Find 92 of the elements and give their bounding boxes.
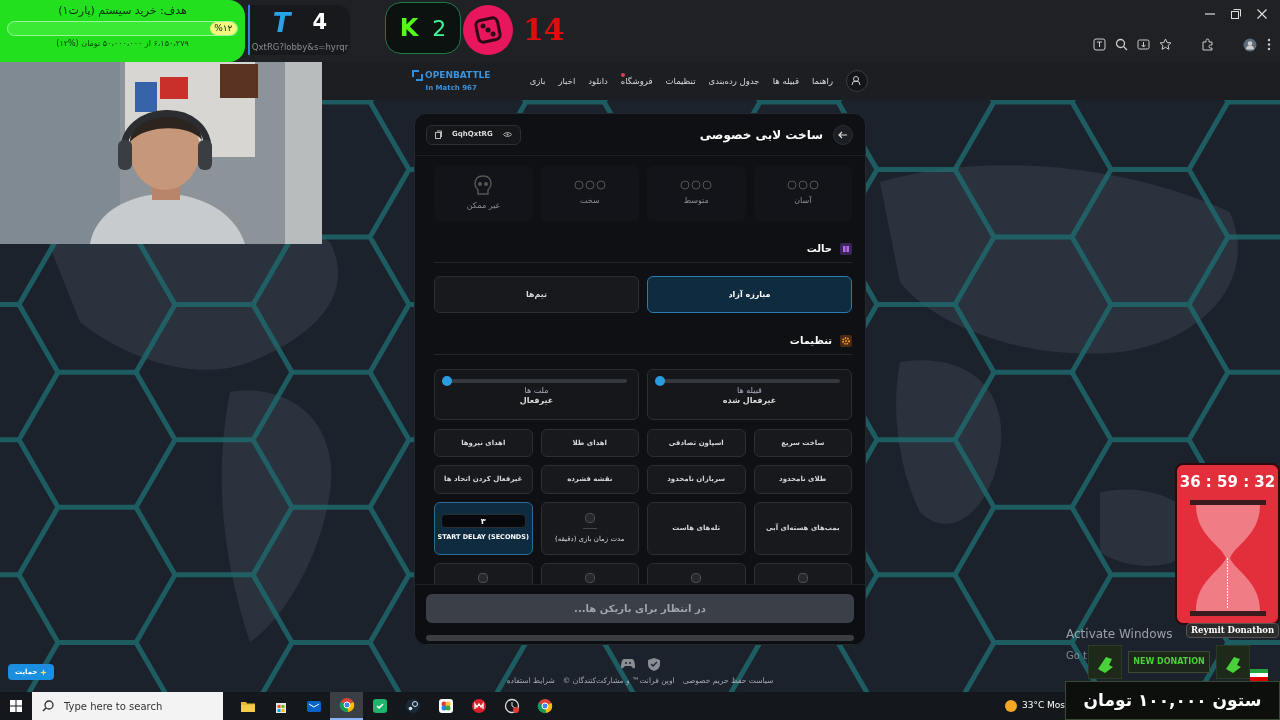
nav-link[interactable]: قبیله ها <box>772 74 799 88</box>
mode-tab[interactable]: تیم‌ها <box>434 276 639 313</box>
weather-text: 33°C Mos <box>1021 699 1065 713</box>
taskbar-button[interactable] <box>330 692 363 720</box>
nav-link[interactable]: جدول رده‌بندی <box>708 74 760 88</box>
difficulty-card[interactable]: سخت <box>540 166 639 221</box>
url-text: QxtRG?lobby&s=hyrqr <box>251 41 349 54</box>
hourglass-icon <box>1187 497 1268 618</box>
nav-link[interactable]: بازی <box>529 74 546 88</box>
search-icon <box>42 700 54 712</box>
checkbox[interactable] <box>584 512 595 523</box>
back-button[interactable] <box>833 124 853 145</box>
goal-title: هدف: خرید سیستم (پارت۱) <box>58 4 187 18</box>
counter-value: 14 <box>523 15 565 45</box>
nav-link[interactable]: راهنما <box>811 74 833 88</box>
section-title: تنظیمات <box>789 334 832 348</box>
counter-value: 4 <box>312 9 328 37</box>
timer-label: Reymit Donathon <box>1186 623 1280 638</box>
profile-icon[interactable] <box>1243 37 1257 52</box>
translate-icon[interactable] <box>1093 38 1106 51</box>
arrow-icon <box>838 130 848 139</box>
timer-text: 36 : 59 : 32 <box>1179 472 1276 493</box>
section-title: حالت <box>806 242 832 256</box>
number-field[interactable]: ۳ <box>440 514 526 529</box>
columns-icon <box>840 242 852 255</box>
extensions-icon[interactable] <box>1201 38 1214 51</box>
logo-letter: K <box>399 13 419 44</box>
checkbox[interactable] <box>478 573 489 583</box>
checkbox[interactable] <box>797 573 808 583</box>
menu-icon[interactable] <box>1266 38 1272 51</box>
percent-label: %۱۲ <box>214 21 233 35</box>
windows-icon[interactable] <box>10 700 22 712</box>
difficulty-label: آسان <box>794 195 812 207</box>
shield-icon[interactable] <box>647 658 660 671</box>
slider-thumb[interactable] <box>654 376 665 386</box>
eye-icon[interactable] <box>502 131 512 138</box>
mode-tab[interactable]: مبارزه آزاد <box>647 276 852 313</box>
slider-value: غیرفعال <box>519 397 554 405</box>
faces-icon <box>680 180 713 190</box>
flag-icon <box>1250 669 1268 681</box>
panel-title: ساخت لابی خصوصی <box>699 126 823 144</box>
slider-value: غیرفعال شده <box>722 397 777 405</box>
scrollbar[interactable] <box>426 635 854 641</box>
flower-icon <box>437 698 454 714</box>
difficulty-label: متوسط <box>683 195 709 207</box>
logo-icon <box>412 70 423 82</box>
faces-icon <box>786 180 819 190</box>
gear-icon <box>840 334 852 347</box>
logo-letter: T <box>272 6 291 40</box>
activation-hint: Go t <box>1066 649 1087 663</box>
skull-icon <box>474 175 493 195</box>
slider-thumb[interactable] <box>441 376 452 386</box>
faces-icon <box>573 180 606 190</box>
checkbox[interactable] <box>584 573 595 583</box>
nav-link[interactable]: تنظیمات <box>665 74 696 88</box>
zoom-icon[interactable] <box>1115 38 1128 51</box>
restore-icon[interactable] <box>1230 7 1242 20</box>
search-field[interactable]: Type here to search <box>32 692 223 720</box>
hand-icon <box>1216 645 1250 679</box>
install-icon[interactable] <box>1137 38 1150 51</box>
envelope-icon <box>305 698 322 714</box>
clock-icon <box>503 698 520 714</box>
close-icon[interactable] <box>1256 7 1268 20</box>
activation-title: Activate Windows <box>1066 628 1173 640</box>
checkbox[interactable] <box>691 573 702 583</box>
star-icon[interactable] <box>1159 38 1172 51</box>
nav-link[interactable]: اخبار <box>558 74 576 88</box>
donation-banner: NEW DONATION <box>1128 651 1210 673</box>
difficulty-card[interactable]: غیر ممکن <box>434 166 533 221</box>
nav-link[interactable]: فروشگاه <box>620 74 653 88</box>
difficulty-label: سخت <box>579 195 600 207</box>
difficulty-label: غیر ممکن <box>466 200 500 212</box>
goal-progress: ۶،۱۵۰،۲۷۹ از ۵۰،۰۰۰،۰۰۰ تومان (%۱۲) <box>56 37 189 50</box>
gamepad-icon[interactable] <box>620 658 635 669</box>
slider-label: قبیله ها <box>737 387 762 395</box>
badge-icon <box>470 698 487 714</box>
difficulty-card[interactable]: آسان <box>753 166 852 221</box>
browser-icon <box>536 698 553 714</box>
nav-link[interactable]: دانلود <box>588 74 608 88</box>
difficulty-card[interactable]: متوسط <box>647 166 746 221</box>
donation-amount: ستون ۱۰۰,۰۰۰ تومان <box>1083 688 1262 712</box>
slider-label: ملت ها <box>524 387 549 395</box>
copy-icon[interactable] <box>435 130 442 139</box>
hand-icon <box>1088 645 1122 679</box>
sun-icon <box>1003 699 1018 713</box>
counter-value: 2 <box>432 14 447 43</box>
browser-icon <box>338 697 355 713</box>
logo-text: OPENBATTLE <box>425 69 491 82</box>
shield-icon <box>371 698 388 714</box>
sparkle-icon <box>40 668 48 676</box>
user-icon[interactable] <box>846 70 868 92</box>
dice-icon <box>463 5 513 55</box>
